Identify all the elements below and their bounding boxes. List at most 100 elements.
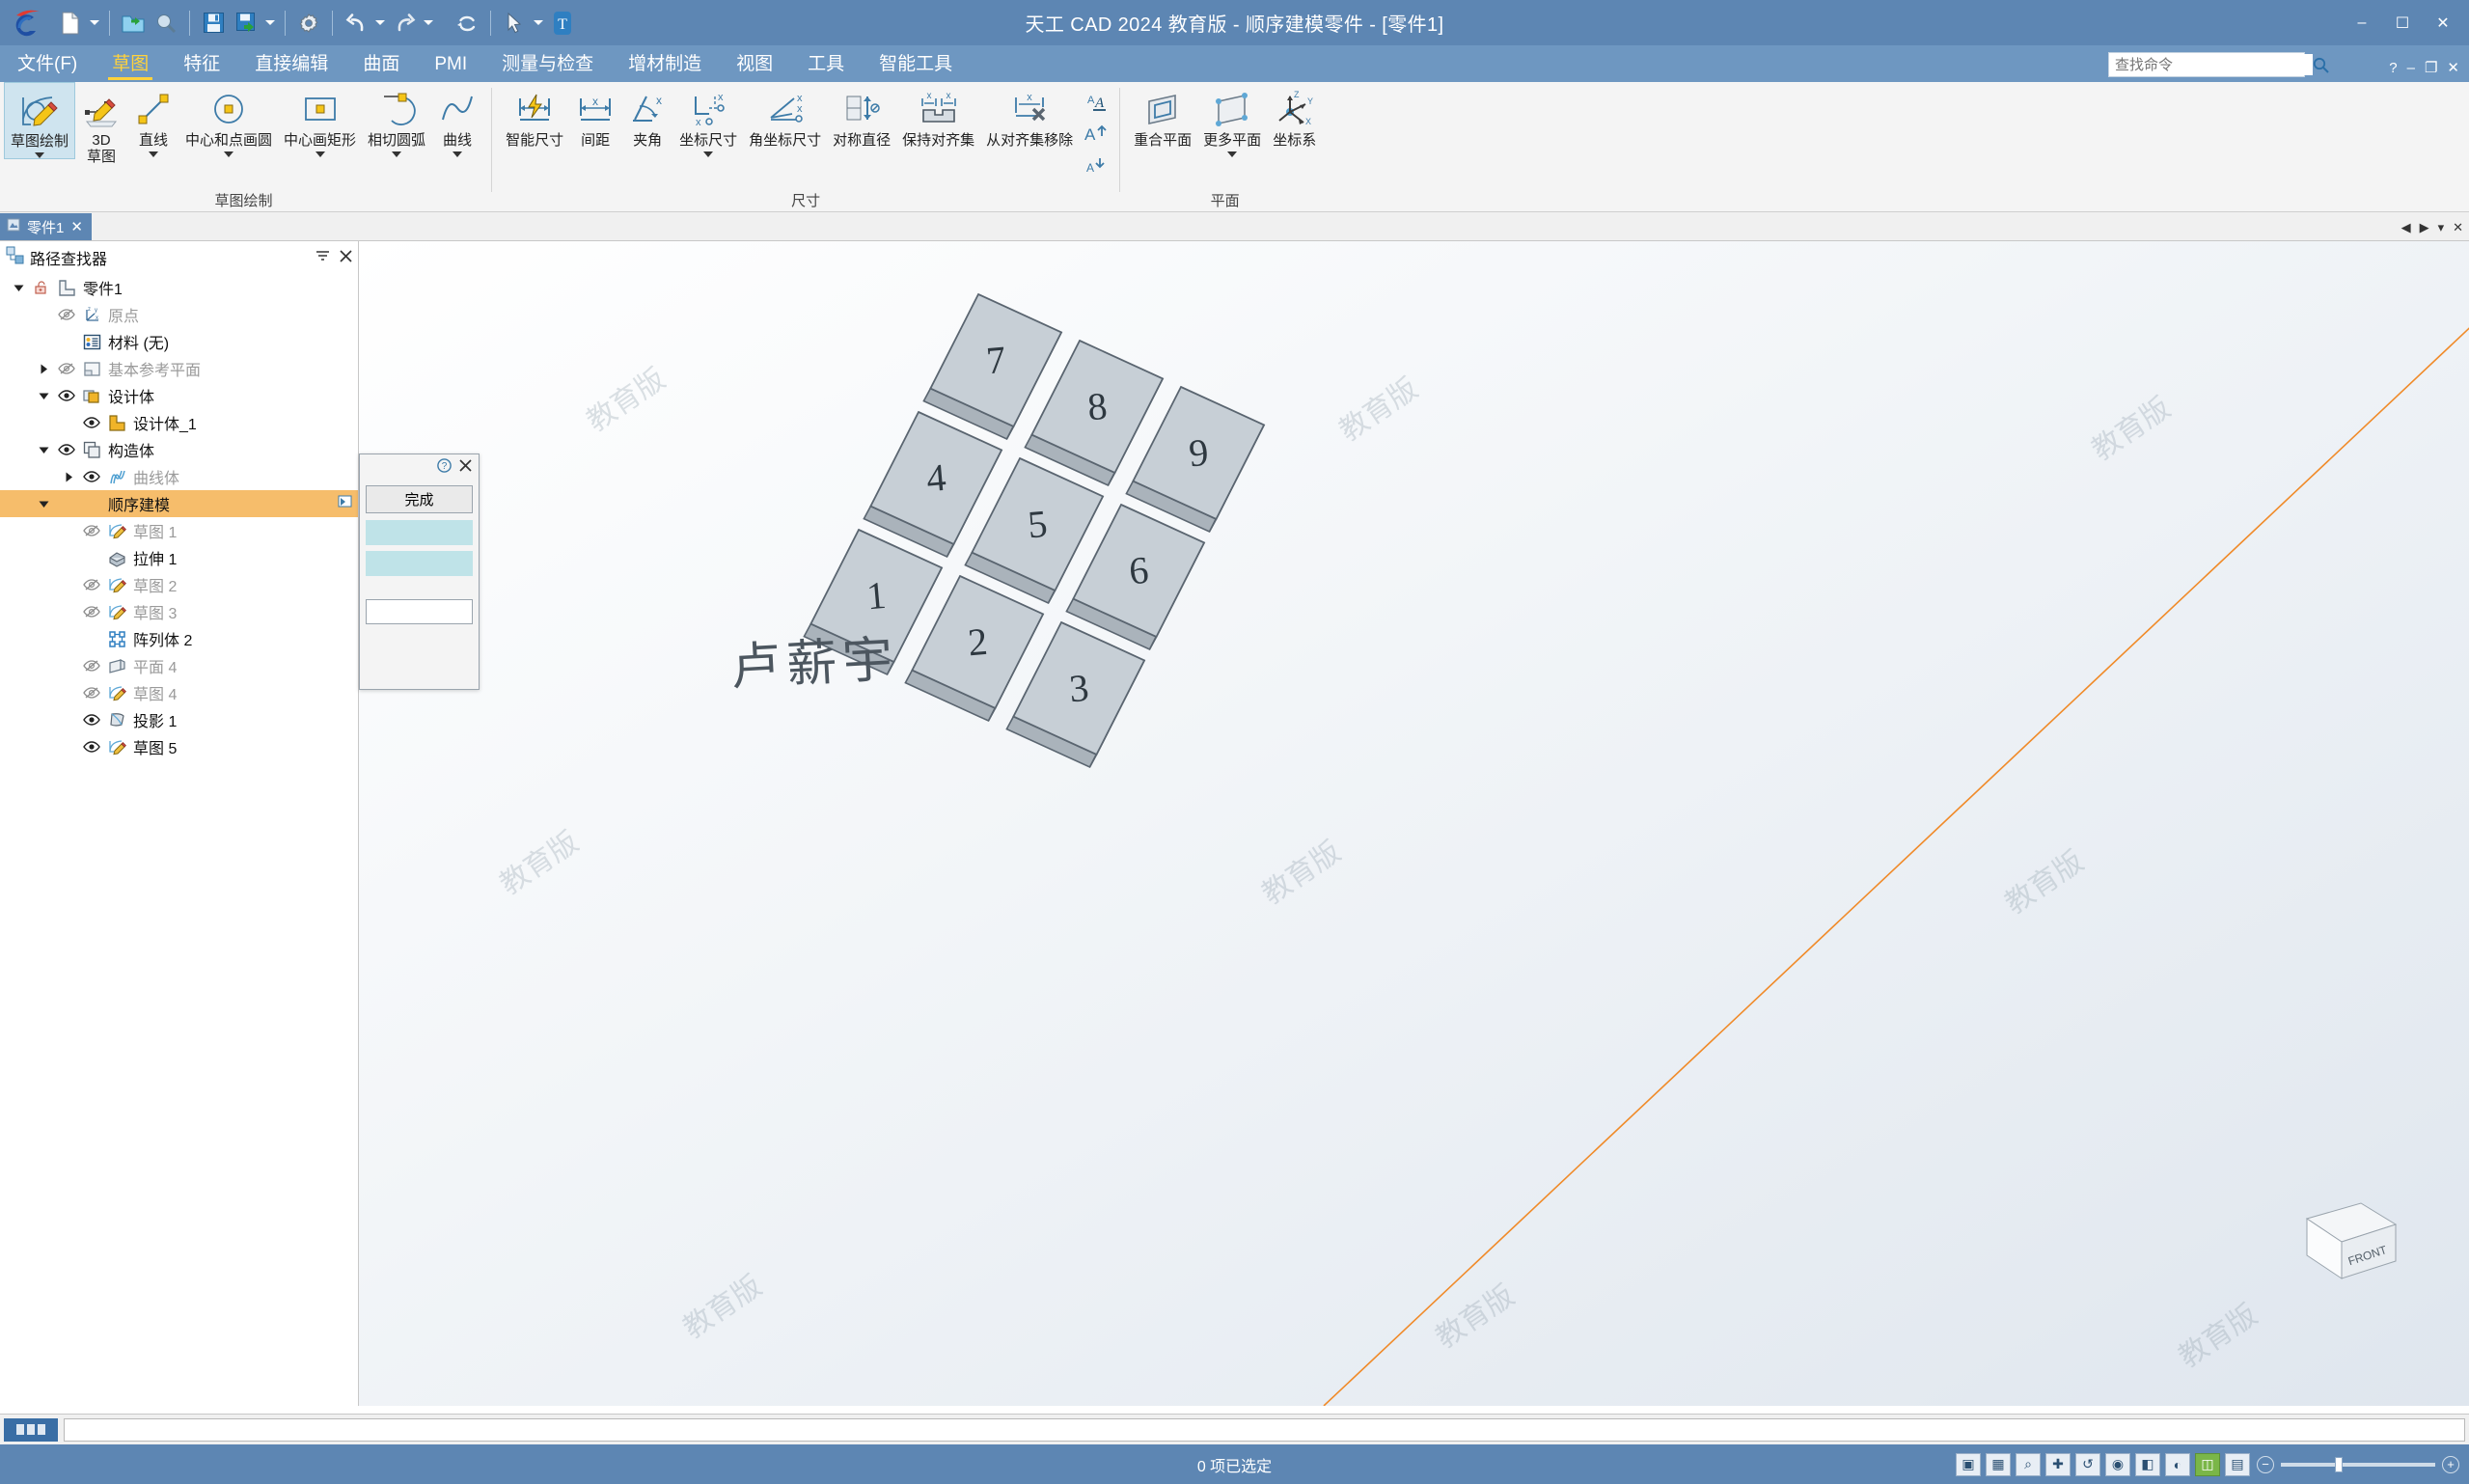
expander-collapse-icon[interactable] (8, 282, 29, 294)
menu-item-8[interactable]: 视图 (719, 49, 790, 82)
zoom-area-icon[interactable]: ⌕ (2016, 1452, 2041, 1476)
ribbon-button-sketch-draw[interactable]: 草图绘制 (4, 82, 76, 159)
save-as-icon[interactable] (230, 7, 262, 40)
dialog-field-row-2[interactable] (366, 551, 473, 576)
new-document-icon[interactable] (54, 7, 87, 40)
tree-node[interactable]: 投影 1 (0, 706, 358, 733)
undo-dropdown-caret[interactable] (372, 7, 388, 40)
eye-hidden-icon[interactable] (79, 686, 104, 700)
menu-item-2[interactable]: 特征 (166, 49, 237, 82)
tree-node[interactable]: 材料 (无) (0, 328, 358, 355)
zoom-slider-handle[interactable] (2335, 1456, 2343, 1472)
pan-icon[interactable]: ✚ (2045, 1452, 2071, 1476)
settings-gear-icon[interactable] (292, 7, 325, 40)
menu-item-0[interactable]: 文件(F) (0, 49, 95, 82)
select-cursor-icon[interactable] (498, 7, 531, 40)
ribbon-button-coincident-plane[interactable]: 重合平面 (1128, 82, 1197, 150)
tree-node[interactable]: 设计体 (0, 382, 358, 409)
eye-visible-icon[interactable] (79, 713, 104, 727)
filter-icon[interactable] (315, 250, 330, 265)
eye-hidden-icon[interactable] (54, 362, 79, 375)
tree-node[interactable]: 草图 4 (0, 679, 358, 706)
tab-list-dropdown[interactable]: ▾ (2438, 220, 2445, 235)
ribbon-button-line[interactable]: 直线 (127, 82, 179, 157)
ribbon-button-tangent-arc[interactable]: 相切圆弧 (362, 82, 431, 157)
tree-node[interactable]: 草图 1 (0, 517, 358, 544)
eye-visible-icon[interactable] (54, 443, 79, 456)
ribbon-dropdown-caret[interactable] (149, 151, 159, 157)
close-icon[interactable] (459, 459, 472, 477)
undo-icon[interactable] (340, 7, 372, 40)
numeric-keypad-model[interactable]: 7 8 9 4 5 6 1 2 3 (590, 241, 1555, 917)
maximize-button[interactable]: ☐ (2382, 6, 2423, 41)
menu-item-1[interactable]: 草图 (95, 49, 166, 82)
ribbon-dropdown-caret[interactable] (35, 151, 44, 158)
lock-icon[interactable] (29, 280, 54, 295)
menu-item-7[interactable]: 增材制造 (611, 49, 719, 82)
ribbon-button-angular-coordinate-dimension[interactable]: x x 角坐标尺寸 (743, 82, 827, 150)
tree-node[interactable]: 基本参考平面 (0, 355, 358, 382)
dialog-done-button[interactable]: 完成 (366, 485, 473, 513)
sequential-modeling-badge-icon[interactable] (338, 495, 352, 512)
ribbon-button-distance-dimension[interactable]: x 间距 (569, 82, 621, 150)
dialog-text-input[interactable] (366, 599, 473, 624)
visible-edges-icon[interactable]: ◫ (2195, 1452, 2220, 1476)
search-input[interactable] (2109, 54, 2313, 75)
ribbon-dropdown-caret[interactable] (392, 151, 402, 157)
tree-node[interactable]: 草图 3 (0, 598, 358, 625)
font-decrease-icon[interactable]: A (1079, 150, 1111, 179)
help-icon[interactable]: ? (437, 458, 452, 478)
ribbon-button-coordinate-system[interactable]: Z Y X 坐标系 (1267, 82, 1322, 150)
minimize-button[interactable]: – (2342, 6, 2382, 41)
tree-node[interactable]: 零件1 (0, 274, 358, 301)
text-tool-icon[interactable]: T (546, 7, 579, 40)
select-tool-icon[interactable]: ▣ (1956, 1452, 1981, 1476)
app-close-button[interactable]: ✕ (2447, 59, 2459, 76)
tree-node[interactable]: 曲线体 (0, 463, 358, 490)
tree-node[interactable]: z y x 原点 (0, 301, 358, 328)
eye-hidden-icon[interactable] (79, 524, 104, 537)
3d-viewport[interactable]: 教育版 教育版 教育版 教育版 教育版 教育版 教育版 教育版 教育版 789456123 卢薪… (359, 241, 2469, 1406)
ribbon-button-more-planes[interactable]: 更多平面 (1197, 82, 1267, 157)
expander-collapse-icon[interactable] (33, 444, 54, 456)
save-icon[interactable] (197, 7, 230, 40)
dialog-field-row-1[interactable] (366, 520, 473, 545)
eye-hidden-icon[interactable] (79, 605, 104, 618)
tree-node[interactable]: 阵列体 2 (0, 625, 358, 652)
ribbon-button-coordinate-dimension[interactable]: x x 坐标尺寸 (673, 82, 743, 157)
ribbon-button-curve[interactable]: 曲线 (431, 82, 483, 157)
tab-next-button[interactable]: ▶ (2420, 220, 2429, 235)
eye-visible-icon[interactable] (54, 389, 79, 402)
ribbon-button-sketch-3d[interactable]: 3D 草图 (75, 82, 127, 166)
ribbon-button-angle-dimension[interactable]: x 夹角 (621, 82, 673, 150)
zoom-slider[interactable] (2281, 1456, 2435, 1472)
fit-view-icon[interactable]: ▦ (1986, 1452, 2011, 1476)
eye-visible-icon[interactable] (79, 740, 104, 754)
search-command-box[interactable] (2108, 52, 2329, 77)
tree-node[interactable]: 草图 2 (0, 571, 358, 598)
view-cube[interactable]: FRONT (2290, 1186, 2413, 1292)
eye-visible-icon[interactable] (79, 470, 104, 483)
app-minimize-button[interactable]: – (2407, 60, 2415, 76)
menu-item-6[interactable]: 测量与检查 (484, 49, 611, 82)
ribbon-dropdown-caret[interactable] (315, 151, 325, 157)
select-dropdown-caret[interactable] (531, 7, 546, 40)
repeat-icon[interactable] (451, 7, 483, 40)
tree-node[interactable]: 草图 5 (0, 733, 358, 760)
ribbon-button-smart-dimension[interactable]: 智能尺寸 (500, 82, 569, 150)
ribbon-dropdown-caret[interactable] (1227, 151, 1238, 157)
command-input[interactable] (64, 1417, 2465, 1442)
tab-close-all-button[interactable]: ✕ (2453, 220, 2463, 235)
tree-node[interactable]: 平面 4 (0, 652, 358, 679)
display-mode-icon[interactable]: ▤ (2225, 1452, 2250, 1476)
save-dropdown-caret[interactable] (262, 7, 278, 40)
menu-item-10[interactable]: 智能工具 (862, 49, 970, 82)
eye-hidden-icon[interactable] (79, 578, 104, 591)
close-icon[interactable] (340, 250, 352, 265)
font-style-icon[interactable]: AA (1079, 88, 1111, 117)
tree-node[interactable]: 拉伸 1 (0, 544, 358, 571)
menu-item-9[interactable]: 工具 (790, 49, 862, 82)
menu-item-5[interactable]: PMI (417, 54, 484, 82)
zoom-out-button[interactable]: − (2257, 1455, 2274, 1473)
open-folder-icon[interactable] (117, 7, 150, 40)
